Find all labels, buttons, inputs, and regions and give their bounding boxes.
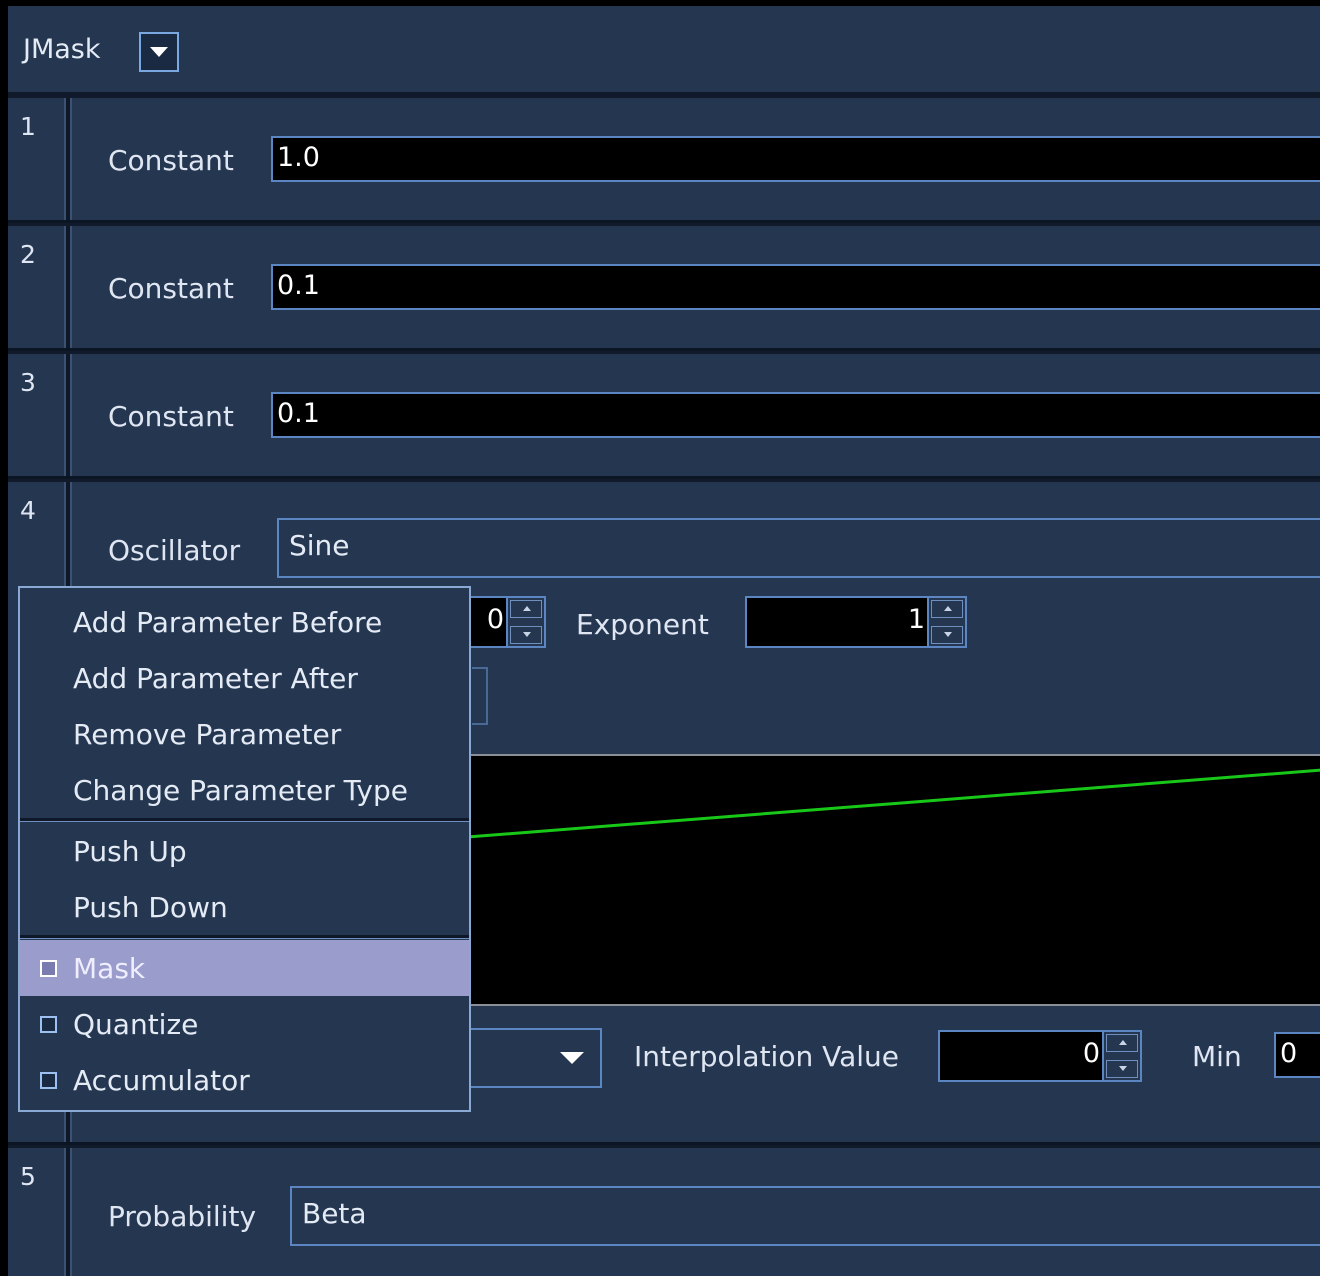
param-index: 5 [8,1148,70,1276]
param-panel-3: 3 Constant 0.1 [8,351,1320,479]
param-index: 1 [8,98,70,220]
param-index: 2 [8,226,70,348]
param-type-label: Probability [108,1200,257,1233]
interpolation-spinner[interactable]: 0 [938,1030,1142,1082]
spinner-up-icon[interactable] [931,600,963,618]
oscillator-type-select[interactable]: Sine [277,518,1320,578]
checkbox-icon[interactable] [40,1072,57,1089]
context-menu: Add Parameter Before Add Parameter After… [18,586,471,1112]
interpolation-label: Interpolation Value [634,1040,899,1073]
menu-separator [20,818,469,822]
param-type-label: Constant [108,144,234,177]
param-index-label: 2 [20,240,36,269]
param-type-label: Oscillator [108,534,241,567]
param-body: Probability Beta [70,1148,1320,1276]
constant-value-input[interactable]: 0.1 [271,264,1320,310]
param-index-label: 1 [20,112,36,141]
hidden-control-edge[interactable] [472,667,488,725]
menu-item-accumulator[interactable]: Accumulator [20,1052,469,1108]
window-title: JMask [23,34,101,65]
menu-item-label: Push Down [73,891,228,924]
spinner-buttons[interactable] [506,598,544,646]
constant-value-input[interactable]: 1.0 [271,136,1320,182]
menu-item-change-parameter-type[interactable]: Change Parameter Type [20,762,469,818]
param-body: Constant 0.1 [70,226,1320,348]
spinner-buttons[interactable] [927,598,965,646]
menu-item-add-parameter-before[interactable]: Add Parameter Before [20,594,469,650]
spinner-up-icon[interactable] [510,600,542,618]
param-panel-1: 1 Constant 1.0 [8,95,1320,223]
param-index-label: 3 [20,368,36,397]
param-body: Constant 0.1 [70,354,1320,476]
spinner-down-icon[interactable] [510,626,542,644]
menu-item-add-parameter-after[interactable]: Add Parameter After [20,650,469,706]
menu-item-label: Add Parameter After [73,662,358,695]
probability-type-select[interactable]: Beta [290,1186,1320,1246]
menu-item-push-down[interactable]: Push Down [20,879,469,935]
spinner-up-icon[interactable] [1106,1034,1138,1052]
spinner-down-icon[interactable] [1106,1060,1138,1078]
min-label: Min [1192,1040,1242,1073]
spinner-buttons[interactable] [1102,1032,1140,1080]
menu-item-label: Change Parameter Type [73,774,408,807]
menu-separator [20,935,469,939]
spinner-value: 0 [486,604,504,635]
exponent-label: Exponent [576,608,709,641]
menu-item-remove-parameter[interactable]: Remove Parameter [20,706,469,762]
spinner-value: 1 [907,604,925,635]
min-value-input[interactable]: 0 [1274,1032,1320,1078]
menu-item-label: Add Parameter Before [73,606,383,639]
menu-item-label: Mask [73,952,146,985]
checkbox-icon[interactable] [40,960,57,977]
menu-item-quantize[interactable]: Quantize [20,996,469,1052]
title-bar: JMask [8,6,1320,95]
spinner-value: 0 [1082,1038,1100,1069]
menu-item-label: Accumulator [73,1064,250,1097]
param-panel-2: 2 Constant 0.1 [8,223,1320,351]
param-type-label: Constant [108,272,234,305]
chevron-down-icon [560,1052,584,1064]
param-body: Constant 1.0 [70,98,1320,220]
menu-item-label: Quantize [73,1008,199,1041]
menu-item-push-up[interactable]: Push Up [20,823,469,879]
interpolation-type-select[interactable] [462,1028,602,1088]
constant-value-input[interactable]: 0.1 [271,392,1320,438]
menu-item-label: Push Up [73,835,187,868]
partial-spinner[interactable]: 0 [466,596,546,648]
spinner-down-icon[interactable] [931,626,963,644]
param-index: 3 [8,354,70,476]
param-index-label: 4 [20,496,36,525]
chevron-down-icon [150,47,168,57]
title-dropdown-button[interactable] [139,32,179,72]
param-type-label: Constant [108,400,234,433]
param-panel-5: 5 Probability Beta [8,1145,1320,1276]
param-index-label: 5 [20,1162,36,1191]
menu-item-label: Remove Parameter [73,718,342,751]
checkbox-icon[interactable] [40,1016,57,1033]
exponent-spinner[interactable]: 1 [745,596,967,648]
menu-item-mask[interactable]: Mask [20,940,469,996]
